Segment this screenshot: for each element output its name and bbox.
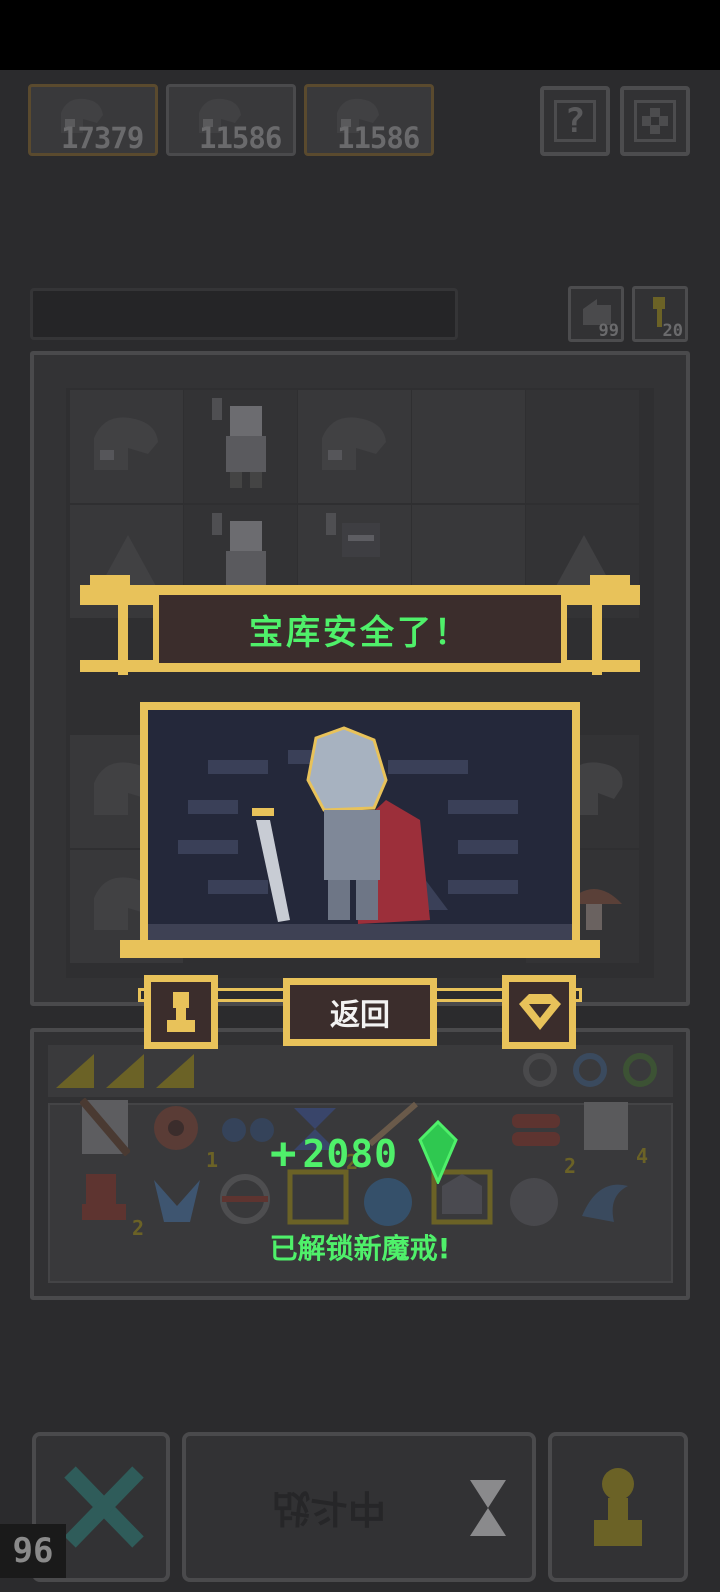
help-button[interactable]: ?: [540, 86, 610, 156]
back-button[interactable]: 返回: [283, 978, 437, 1046]
banner-pillar: [118, 575, 128, 675]
battle-button[interactable]: 战斗中: [182, 1432, 536, 1582]
name-bar: [30, 288, 458, 340]
resource-slot-2[interactable]: 11586: [166, 84, 296, 156]
grid-cell[interactable]: [70, 390, 183, 503]
inventory-item[interactable]: [218, 1172, 278, 1232]
resource-slot-1[interactable]: 17379: [28, 84, 158, 156]
inventory-item[interactable]: 4: [580, 1098, 648, 1168]
scroll-icon: [78, 1097, 132, 1157]
item-quantity: 4: [635, 1144, 648, 1168]
settings-button[interactable]: [620, 86, 690, 156]
grid-cell[interactable]: [412, 390, 525, 503]
inventory-item[interactable]: [506, 1174, 566, 1234]
resource-slot-3[interactable]: 11586: [304, 84, 434, 156]
reward-plus: +: [270, 1128, 297, 1179]
reward-amount: 2080: [302, 1132, 399, 1176]
pawn-icon: [594, 1468, 642, 1546]
grid-cell[interactable]: [526, 390, 639, 503]
key-count: 20: [662, 321, 683, 341]
helmet-icon: [322, 417, 386, 470]
grid-cell[interactable]: [184, 390, 297, 503]
scene-base: [120, 940, 600, 958]
refresh-button[interactable]: 99: [568, 286, 624, 342]
banner-title: 宝库安全了！: [249, 612, 471, 653]
shield-icon: [220, 1174, 270, 1224]
scene-frame: [140, 702, 580, 952]
resource-count: 11586: [337, 121, 420, 155]
feather-icon: [154, 1180, 200, 1222]
battle-label: 战斗中: [272, 1486, 387, 1530]
helmet-icon: [94, 417, 158, 470]
boot-icon: [82, 1174, 126, 1220]
item-quantity: 2: [131, 1216, 144, 1240]
wing-icon: [582, 1184, 628, 1222]
banner-title-box: 宝库安全了！: [153, 589, 567, 669]
orb-icon: [364, 1178, 412, 1226]
unlock-message: 已解锁新魔戒!: [269, 1232, 451, 1265]
goggles-icon: [222, 1118, 274, 1142]
inventory-item[interactable]: [360, 1174, 420, 1234]
hourglass-icon: [470, 1480, 506, 1536]
sausage-icon: [512, 1114, 560, 1146]
swirl-icon: [510, 1178, 558, 1226]
fps-counter: 96: [0, 1524, 66, 1578]
eye-icon: [154, 1106, 198, 1150]
status-bar: [0, 0, 720, 70]
map-icon: [584, 1102, 628, 1150]
skeleton-warrior-icon: [212, 398, 266, 488]
question-icon: ?: [554, 100, 596, 142]
emerald-icon: [418, 1120, 458, 1184]
inventory-item[interactable]: 2: [508, 1108, 576, 1178]
inventory-item[interactable]: 2: [76, 1170, 144, 1240]
pawn-icon: [167, 992, 195, 1032]
inventory-item[interactable]: [578, 1176, 638, 1236]
gear-icon: [634, 100, 676, 142]
item-quantity: 1: [205, 1148, 218, 1172]
inventory-item[interactable]: [78, 1097, 140, 1158]
resource-count: 17379: [61, 121, 144, 155]
cheese-icon: [56, 1054, 194, 1088]
hero-button[interactable]: [548, 1432, 688, 1582]
gem-icon: [519, 994, 561, 1030]
key-button[interactable]: 20: [632, 286, 688, 342]
hero-info-button[interactable]: [144, 975, 218, 1049]
back-label: 返回: [330, 998, 390, 1033]
grid-cell[interactable]: [298, 390, 411, 503]
inventory-item[interactable]: 1: [150, 1102, 218, 1172]
loot-info-button[interactable]: [502, 975, 576, 1049]
ring-icon: [523, 1053, 657, 1087]
banner-pillar: [592, 575, 602, 675]
resource-count: 11586: [199, 121, 282, 155]
refresh-count: 99: [598, 321, 619, 341]
crossed-swords-icon: [64, 1466, 144, 1548]
knight-illustration: [178, 726, 518, 924]
